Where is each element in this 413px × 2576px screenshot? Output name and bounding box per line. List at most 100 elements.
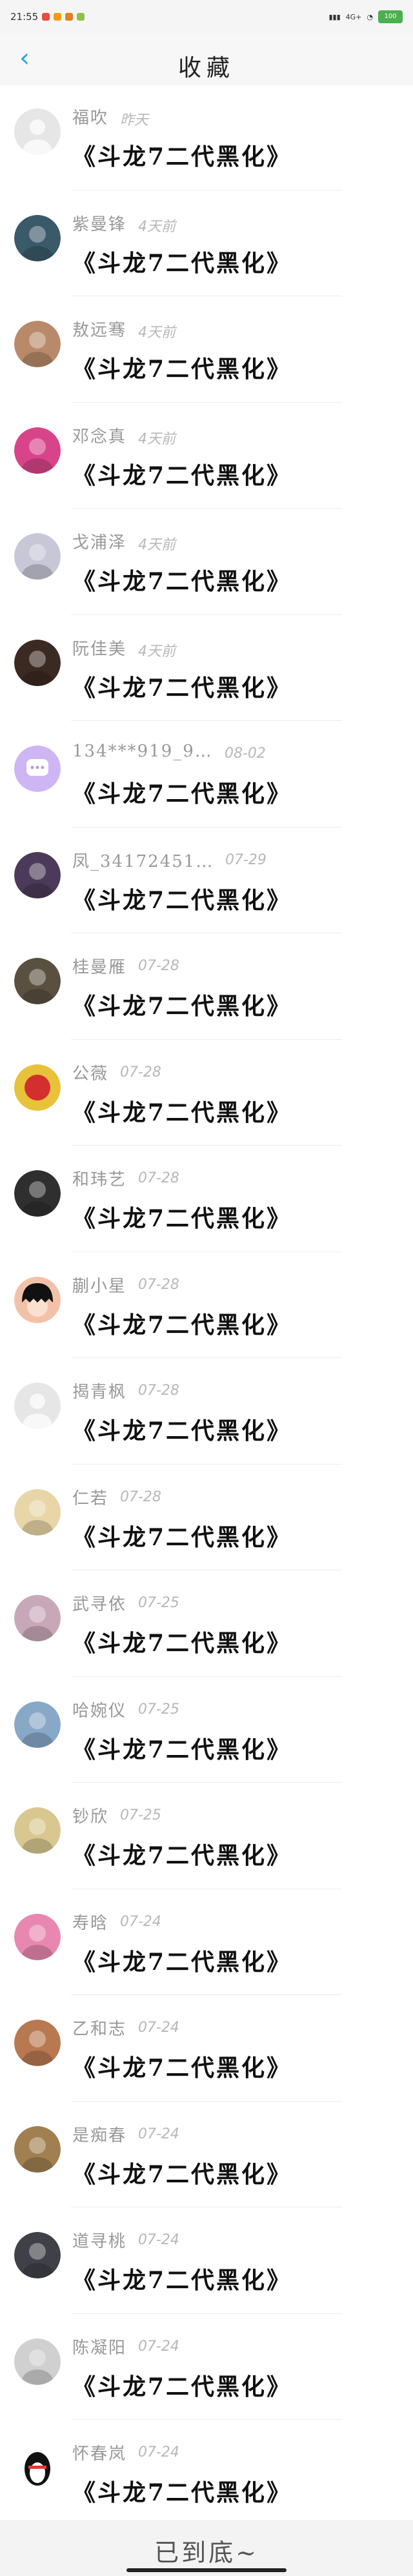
avatar[interactable]: [14, 745, 61, 792]
avatar[interactable]: [14, 851, 61, 898]
user-name[interactable]: 凤_34172451…: [72, 848, 214, 872]
favorite-title[interactable]: 《斗龙7二代黑化》: [72, 882, 292, 915]
user-name[interactable]: 阮佳美: [72, 636, 126, 660]
avatar[interactable]: [14, 1807, 61, 1854]
avatar[interactable]: [14, 2125, 61, 2173]
user-name[interactable]: 蒯小星: [72, 1273, 126, 1297]
avatar[interactable]: [14, 1488, 61, 1536]
user-name[interactable]: 钞欣: [72, 1803, 108, 1827]
favorite-title[interactable]: 《斗龙7二代黑化》: [72, 2156, 292, 2189]
user-name[interactable]: 武寻依: [72, 1591, 126, 1615]
favorite-title[interactable]: 《斗龙7二代黑化》: [72, 245, 292, 278]
timestamp: 07-24: [138, 2444, 179, 2460]
timestamp: 07-25: [138, 1595, 179, 1611]
favorite-title[interactable]: 《斗龙7二代黑化》: [72, 1625, 292, 1658]
list-item[interactable]: 阮佳美 4天前 《斗龙7二代黑化》: [0, 615, 413, 721]
user-name[interactable]: 紫曼锋: [72, 211, 126, 235]
list-item[interactable]: 是痴春 07-24 《斗龙7二代黑化》: [0, 2102, 413, 2207]
user-name[interactable]: 怀春岚: [72, 2440, 126, 2464]
list-item[interactable]: 仁若 07-28 《斗龙7二代黑化》: [0, 1465, 413, 1570]
favorite-title[interactable]: 《斗龙7二代黑化》: [72, 988, 292, 1021]
favorite-title[interactable]: 《斗龙7二代黑化》: [72, 1731, 292, 1765]
avatar[interactable]: [14, 1064, 61, 1111]
user-name[interactable]: 公薇: [72, 1060, 108, 1084]
favorite-title[interactable]: 《斗龙7二代黑化》: [72, 1519, 292, 1552]
favorite-title[interactable]: 《斗龙7二代黑化》: [72, 1943, 292, 1977]
avatar[interactable]: [14, 2020, 61, 2066]
favorite-title[interactable]: 《斗龙7二代黑化》: [72, 1412, 292, 1446]
user-name[interactable]: 福吹: [72, 105, 108, 128]
avatar[interactable]: [14, 321, 61, 367]
user-name[interactable]: 陈凝阳: [72, 2335, 126, 2358]
avatar[interactable]: [14, 1913, 61, 1960]
user-name[interactable]: 邓念真: [72, 423, 126, 447]
user-name[interactable]: 敖远骞: [72, 317, 126, 341]
avatar[interactable]: [14, 1595, 61, 1641]
favorite-title[interactable]: 《斗龙7二代黑化》: [72, 2474, 292, 2508]
user-name[interactable]: 寿晗: [72, 1910, 108, 1934]
list-item[interactable]: 寿晗 07-24 《斗龙7二代黑化》: [0, 1889, 413, 1995]
user-name[interactable]: 仁若: [72, 1485, 108, 1509]
home-indicator[interactable]: [126, 2568, 287, 2572]
avatar[interactable]: [14, 427, 61, 474]
avatar[interactable]: [14, 1383, 61, 1429]
avatar[interactable]: [14, 2338, 61, 2385]
list-item[interactable]: 道寻桃 07-24 《斗龙7二代黑化》: [0, 2207, 413, 2314]
favorite-title[interactable]: 《斗龙7二代黑化》: [72, 457, 292, 491]
avatar[interactable]: [14, 1276, 61, 1323]
avatar[interactable]: [14, 639, 61, 686]
favorite-title[interactable]: 《斗龙7二代黑化》: [72, 2262, 292, 2295]
favorite-title[interactable]: 《斗龙7二代黑化》: [72, 2049, 292, 2083]
end-of-list-text: 已到底~: [154, 2539, 259, 2567]
favorite-title[interactable]: 《斗龙7二代黑化》: [72, 775, 292, 809]
user-name[interactable]: 戈浦泽: [72, 529, 126, 553]
timestamp: 07-28: [138, 1276, 179, 1293]
avatar[interactable]: [14, 1170, 61, 1217]
user-name[interactable]: 134***919_9…: [72, 742, 213, 761]
favorite-title[interactable]: 《斗龙7二代黑化》: [72, 138, 292, 172]
avatar[interactable]: [14, 214, 61, 261]
list-item[interactable]: 陈凝阳 07-24 《斗龙7二代黑化》: [0, 2314, 413, 2420]
user-name[interactable]: 揭青枫: [72, 1379, 126, 1403]
list-item[interactable]: 敖远骞 4天前《斗龙7二代黑化》: [0, 296, 413, 403]
list-item[interactable]: 和玮艺 07-28 《斗龙7二代黑化》: [0, 1146, 413, 1252]
user-name[interactable]: 道寻桃: [72, 2228, 126, 2252]
timestamp: 4天前: [138, 325, 176, 341]
user-name[interactable]: 哈婉仪: [72, 1698, 126, 1721]
favorite-title[interactable]: 《斗龙7二代黑化》: [72, 669, 292, 703]
list-item[interactable]: 紫曼锋 4天前 《斗龙7二代黑化》: [0, 190, 413, 296]
list-item[interactable]: 凤_34172451… 07-29 《斗龙7二代黑化》: [0, 827, 413, 933]
avatar[interactable]: [14, 533, 61, 580]
favorite-title[interactable]: 《斗龙7二代黑化》: [72, 2368, 292, 2402]
list-item[interactable]: 戈浦泽 4天前 《斗龙7二代黑化》: [0, 509, 413, 615]
user-name[interactable]: 乙和志: [72, 2016, 126, 2040]
list-item[interactable]: 怀春岚 07-24 《斗龙7二代黑化》: [0, 2420, 413, 2526]
list-item[interactable]: 福吹 昨天 《斗龙7二代黑化》: [0, 84, 413, 190]
avatar[interactable]: [14, 958, 61, 1004]
clock: 21:55: [10, 11, 39, 23]
favorite-title[interactable]: 《斗龙7二代黑化》: [72, 1306, 292, 1340]
list-item[interactable]: 蒯小星 07-28 《斗龙7二代黑化》: [0, 1252, 413, 1358]
list-item[interactable]: 乙和志 07-24 《斗龙7二代黑化》: [0, 1995, 413, 2102]
list-item[interactable]: 钞欣 07-25 《斗龙7二代黑化》: [0, 1783, 413, 1889]
avatar[interactable]: [14, 108, 61, 155]
favorite-title[interactable]: 《斗龙7二代黑化》: [72, 563, 292, 596]
avatar[interactable]: [14, 2232, 61, 2278]
user-name[interactable]: 是痴春: [72, 2122, 126, 2146]
favorite-title[interactable]: 《斗龙7二代黑化》: [72, 1200, 292, 1233]
list-item[interactable]: 公薇 07-28 《斗龙7二代黑化》: [0, 1040, 413, 1146]
favorite-title[interactable]: 《斗龙7二代黑化》: [72, 350, 292, 384]
list-item[interactable]: 邓念真 4天前 《斗龙7二代黑化》: [0, 403, 413, 509]
favorite-title[interactable]: 《斗龙7二代黑化》: [72, 1094, 292, 1128]
user-name[interactable]: 和玮艺: [72, 1166, 126, 1190]
list-item[interactable]: 哈婉仪 07-25 《斗龙7二代黑化》: [0, 1677, 413, 1783]
list-item[interactable]: 桂曼雁 07-28 《斗龙7二代黑化》: [0, 933, 413, 1040]
list-item[interactable]: 134***919_9… 08-02 《斗龙7二代黑化》: [0, 721, 413, 827]
list-item[interactable]: 揭青枫 07-28 《斗龙7二代黑化》: [0, 1358, 413, 1465]
avatar[interactable]: [14, 1701, 61, 1748]
user-name[interactable]: 桂曼雁: [72, 954, 126, 978]
favorites-list: 福吹 昨天 《斗龙7二代黑化》 紫曼锋 4天前 《斗龙7二代黑化》 敖远骞 4天前 《斗龙7二代…: [0, 84, 413, 2526]
avatar[interactable]: [14, 2444, 61, 2491]
favorite-title[interactable]: 《斗龙7二代黑化》: [72, 1837, 292, 1871]
list-item[interactable]: 武寻依 07-25 《斗龙7二代黑化》: [0, 1570, 413, 1677]
